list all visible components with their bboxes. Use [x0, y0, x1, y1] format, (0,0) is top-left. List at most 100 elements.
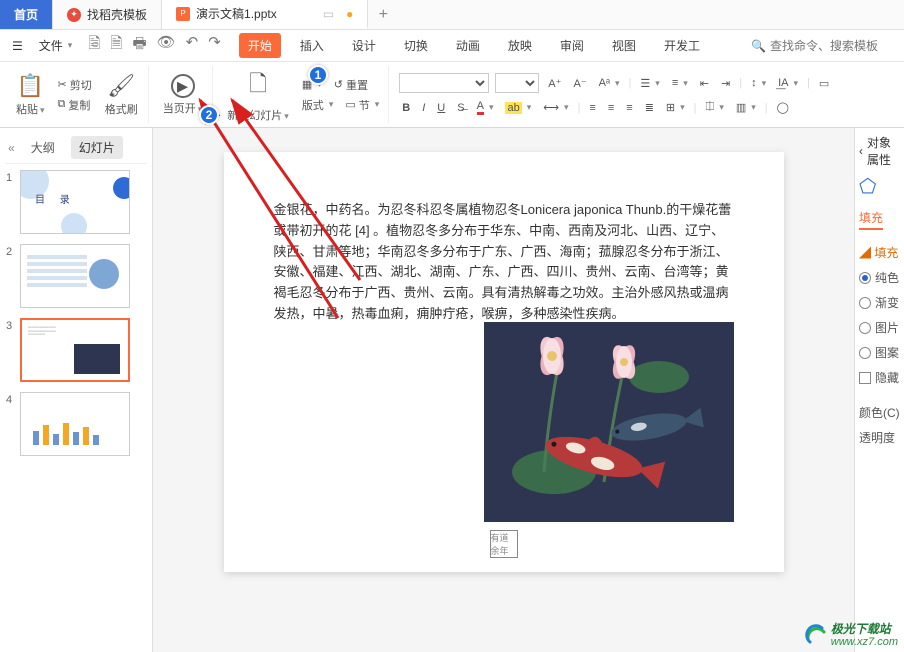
shape2-icon[interactable]: ◯ [774, 100, 792, 115]
slide-body-text[interactable]: 金银花，中药名。为忍冬科忍冬属植物忍冬Lonicera japonica Thu… [274, 200, 734, 325]
fill-solid-radio[interactable]: 纯色 [859, 269, 900, 286]
thumb-1[interactable]: 1 目 录 [6, 170, 146, 234]
slides-group: 🗋 新建幻灯片 ▦ ↺重置 版式 ▭节 [217, 66, 389, 123]
print-preview-icon[interactable]: 👁 [157, 33, 176, 58]
outline-tab[interactable]: 大纲 [23, 136, 63, 159]
font-family-select[interactable] [399, 73, 489, 93]
fill-picture-radio[interactable]: 图片 [859, 319, 900, 336]
scissors-icon: ✂ [58, 78, 67, 91]
ribbon-tab-start[interactable]: 开始 [239, 33, 281, 58]
decrease-indent-icon[interactable]: ⇤ [697, 76, 712, 91]
decrease-font-icon[interactable]: A⁻ [570, 76, 589, 91]
slide-stamp: 有道余年 [490, 530, 518, 558]
new-slide-button[interactable]: 🗋 新建幻灯片 [223, 67, 293, 123]
body-area: « 大纲 幻灯片 1 目 录 2 3 ▪▪▪▪▪▪▪▪▪▪▪▪▪▪▪▪▪▪▪▪▪… [0, 128, 904, 652]
align-justify-icon[interactable]: ≣ [642, 100, 657, 115]
shape-icon[interactable]: ⬠ [859, 174, 900, 199]
ribbon-tab-animation[interactable]: 动画 [447, 33, 489, 58]
layout-label[interactable]: 版式 [299, 96, 337, 114]
align-right-icon[interactable]: ≡ [623, 101, 635, 115]
bold-icon[interactable]: B [399, 101, 413, 115]
app-menu-icon[interactable]: ☰ [6, 39, 29, 53]
format-painter-button[interactable]: 🖌 格式刷 [101, 73, 142, 117]
char-spacing-icon[interactable]: ⟷ [540, 100, 571, 115]
strike-icon[interactable]: S̶ [454, 101, 467, 115]
align-more-icon[interactable]: ⊞ [663, 100, 688, 115]
fill-hide-check[interactable]: 隐藏 [859, 369, 900, 386]
fill-gradient-radio[interactable]: 渐变 [859, 294, 900, 311]
slide-canvas[interactable]: 金银花，中药名。为忍冬科忍冬属植物忍冬Lonicera japonica Thu… [153, 128, 854, 652]
paste-button[interactable]: 📋 粘贴 [12, 73, 49, 117]
thumb-2[interactable]: 2 [6, 244, 146, 308]
reset-button[interactable]: ↺重置 [331, 76, 371, 94]
search-input[interactable] [770, 39, 890, 53]
ribbon-tab-review[interactable]: 审阅 [551, 33, 593, 58]
bullet-list-icon[interactable]: ☰ [637, 76, 662, 91]
annotation-bubble-2: 2 [199, 105, 219, 125]
font-size-select[interactable] [495, 73, 539, 93]
thumb-number: 4 [6, 392, 16, 406]
ribbon-tab-design[interactable]: 设计 [343, 33, 385, 58]
properties-panel: ‹ 对象属性 ⬠ 填充 ◢ 填充 纯色 渐变 图片 图案 隐藏 颜色(C) 透明… [854, 128, 904, 652]
new-slide-icon: 🗋 [249, 67, 267, 105]
number-list-icon[interactable]: ≡ [669, 76, 691, 90]
thumb-4[interactable]: 4 [6, 392, 146, 456]
play-icon: ▸ [171, 74, 195, 98]
search-icon: 🔍 [751, 39, 766, 53]
increase-font-icon[interactable]: A⁺ [545, 76, 564, 91]
ribbon-tab-insert[interactable]: 插入 [291, 33, 333, 58]
file-menu[interactable]: 文件 [31, 35, 81, 56]
line-spacing-icon[interactable]: ↕ [748, 76, 769, 90]
align-left-icon[interactable]: ≡ [586, 101, 598, 115]
undo-icon[interactable]: ↶ [186, 33, 199, 58]
print-icon[interactable]: 🖶 [132, 33, 146, 58]
tab-menu-icon[interactable]: ▭ [323, 7, 334, 21]
watermark-name: 极光下载站 [831, 623, 898, 636]
text-align-vert-icon[interactable]: ⎅ [703, 100, 727, 115]
chevron-left-icon[interactable]: ‹ [859, 144, 863, 158]
slide-image[interactable] [484, 322, 734, 522]
thumb-3[interactable]: 3 ▪▪▪▪▪▪▪▪▪▪▪▪▪▪▪▪▪▪▪▪▪▪▪▪▪▪▪▪▪▪▪▪▪▪▪▪▪▪… [6, 318, 146, 382]
change-case-icon[interactable]: Aᵃ [596, 76, 623, 90]
align-center-icon[interactable]: ≡ [605, 101, 617, 115]
copy-button[interactable]: ⧉复制 [55, 96, 95, 114]
fill-pattern-radio[interactable]: 图案 [859, 344, 900, 361]
slide-thumbnail-panel: « 大纲 幻灯片 1 目 录 2 3 ▪▪▪▪▪▪▪▪▪▪▪▪▪▪▪▪▪▪▪▪▪… [0, 128, 153, 652]
new-tab-button[interactable]: + [368, 0, 398, 29]
font-paragraph-group: A⁺ A⁻ Aᵃ | ☰ ≡ ⇤ ⇥ | ↕ I͟A | ▭ B I U S̶ … [393, 66, 898, 123]
command-search[interactable]: 🔍 [751, 39, 898, 53]
underline-icon[interactable]: U [434, 101, 448, 115]
template-tab[interactable]: ✦ 找稻壳模板 [53, 0, 162, 29]
ppt-icon: P [176, 7, 190, 21]
play-from-current-button[interactable]: ▸ 当页开 [159, 74, 207, 116]
section-button[interactable]: ▭节 [342, 96, 382, 114]
ribbon-tab-slideshow[interactable]: 放映 [499, 33, 541, 58]
cut-button[interactable]: ✂剪切 [55, 76, 95, 94]
text-direction-icon[interactable]: I͟A [775, 76, 801, 90]
ribbon-tab-transition[interactable]: 切换 [395, 33, 437, 58]
current-slide[interactable]: 金银花，中药名。为忍冬科忍冬属植物忍冬Lonicera japonica Thu… [224, 152, 784, 572]
increase-indent-icon[interactable]: ⇥ [718, 76, 733, 91]
copy-icon: ⧉ [58, 98, 66, 111]
columns-icon[interactable]: ▥ [733, 100, 759, 115]
transparency-label: 透明度 [859, 429, 900, 446]
quick-access-toolbar: 🗟 🗎 🖶 👁 ↶ ↷ [82, 33, 227, 58]
properties-header[interactable]: ‹ 对象属性 [859, 134, 900, 168]
panel-collapse-icon[interactable]: « [8, 141, 15, 155]
shape1-icon[interactable]: ▭ [816, 76, 832, 91]
slides-tab[interactable]: 幻灯片 [71, 136, 123, 159]
highlight-icon[interactable]: ab [502, 101, 534, 115]
aurora-logo-icon [805, 624, 827, 646]
redo-icon[interactable]: ↷ [208, 33, 221, 58]
thumb-title: 目 录 [35, 191, 76, 206]
font-color-icon[interactable]: A [474, 99, 497, 116]
save-icon[interactable]: 🗟 [88, 33, 100, 58]
document-tab[interactable]: P 演示文稿1.pptx ▭ ● [162, 0, 368, 29]
ribbon-tab-developer[interactable]: 开发工 [655, 33, 709, 58]
italic-icon[interactable]: I [419, 101, 428, 115]
ribbon-tab-view[interactable]: 视图 [603, 33, 645, 58]
lotus-koi-illustration [484, 322, 734, 522]
home-tab[interactable]: 首页 [0, 0, 53, 29]
save-as-icon[interactable]: 🗎 [110, 33, 122, 58]
fill-tab[interactable]: 填充 [859, 209, 883, 230]
